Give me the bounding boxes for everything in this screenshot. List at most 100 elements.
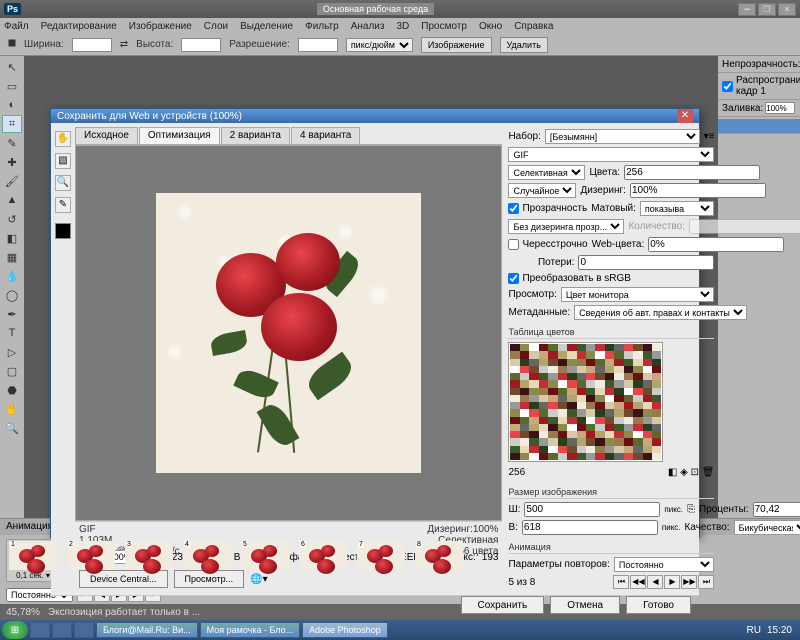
color-swatch-item[interactable] [643,409,652,416]
spread-checkbox[interactable] [722,81,733,92]
color-swatch-item[interactable] [539,417,548,424]
color-swatch-item[interactable] [643,359,652,366]
color-swatch-item[interactable] [643,446,652,453]
color-swatch-item[interactable] [510,388,519,395]
menu-select[interactable]: Выделение [240,21,293,32]
color-swatch-item[interactable] [529,395,538,402]
color-swatch-item[interactable] [633,438,642,445]
color-swatch-item[interactable] [633,402,642,409]
clock[interactable]: 15:20 [767,625,792,636]
color-swatch-item[interactable] [558,446,567,453]
color-swatch-item[interactable] [548,438,557,445]
close-button[interactable]: ✕ [778,3,796,16]
heal-tool[interactable]: ✚ [2,153,22,171]
color-swatch-item[interactable] [633,380,642,387]
menu-window[interactable]: Окно [479,21,502,32]
color-swatch-item[interactable] [548,446,557,453]
color-swatch-item[interactable] [529,359,538,366]
color-swatch-item[interactable] [567,366,576,373]
color-swatch-item[interactable] [586,453,595,460]
color-swatch-item[interactable] [567,453,576,460]
play-back-button[interactable]: ◀ [647,575,663,589]
color-swatch-item[interactable] [605,446,614,453]
color-swatch-item[interactable] [558,438,567,445]
color-swatch-item[interactable] [614,344,623,351]
color-swatch-item[interactable] [548,373,557,380]
color-swatch-item[interactable] [539,380,548,387]
color-swatch-item[interactable] [558,359,567,366]
color-swatch-item[interactable] [510,373,519,380]
color-swatch-item[interactable] [520,380,529,387]
color-swatch-item[interactable] [577,402,586,409]
color-swatch-item[interactable] [595,409,604,416]
transparency-checkbox[interactable] [508,203,519,214]
color-swatch-item[interactable] [586,402,595,409]
color-swatch-item[interactable] [577,431,586,438]
color-swatch-item[interactable] [529,438,538,445]
blur-tool[interactable]: 💧 [2,267,22,285]
play-button[interactable]: ▶ [664,575,680,589]
brush-tool[interactable]: 🖌 [2,172,22,190]
color-swatch-item[interactable] [595,380,604,387]
web-input[interactable] [648,237,784,252]
color-swatch-item[interactable] [539,395,548,402]
color-swatch-item[interactable] [548,366,557,373]
color-swatch-item[interactable] [558,388,567,395]
color-swatch-item[interactable] [510,366,519,373]
color-swatch-item[interactable] [520,402,529,409]
color-swatch-item[interactable] [595,351,604,358]
color-swatch-item[interactable] [558,373,567,380]
pinned-ie-icon[interactable] [30,622,50,638]
metadata-select[interactable]: Сведения об авт. правах и контакты [574,305,747,320]
color-swatch-item[interactable] [539,344,548,351]
color-swatch-item[interactable] [652,344,661,351]
color-swatch-item[interactable] [520,446,529,453]
color-swatch-item[interactable] [567,380,576,387]
menu-file[interactable]: Файл [4,21,29,32]
color-swatch-item[interactable] [633,373,642,380]
dialog-titlebar[interactable]: Сохранить для Web и устройств (100%) ✕ [51,109,699,123]
color-swatch-item[interactable] [558,351,567,358]
color-swatch-item[interactable] [614,366,623,373]
color-swatch-item[interactable] [510,351,519,358]
color-swatch-item[interactable] [548,344,557,351]
color-swatch-item[interactable] [633,446,642,453]
color-swatch-item[interactable] [577,351,586,358]
color-swatch-item[interactable] [520,395,529,402]
color-swatch-item[interactable] [595,438,604,445]
color-swatch-item[interactable] [539,388,548,395]
color-swatch-item[interactable] [652,351,661,358]
color-swatch-item[interactable] [605,359,614,366]
color-swatch-item[interactable] [614,351,623,358]
color-swatch-item[interactable] [539,424,548,431]
color-swatch-item[interactable] [567,351,576,358]
width-field[interactable] [524,502,660,517]
color-swatch-item[interactable] [643,366,652,373]
color-swatch-item[interactable] [605,417,614,424]
color-swatch-item[interactable] [624,438,633,445]
swap-icon[interactable]: ⇄ [120,39,128,50]
color-swatch-item[interactable] [539,402,548,409]
color-swatch-item[interactable] [520,344,529,351]
color-swatch-item[interactable] [633,431,642,438]
path-tool[interactable]: ▷ [2,343,22,361]
color-swatch-item[interactable] [520,438,529,445]
color-swatch-item[interactable] [595,431,604,438]
menu-filter[interactable]: Фильтр [305,21,339,32]
color-swatch-item[interactable] [586,438,595,445]
color-swatch-item[interactable] [652,417,661,424]
color-swatch-item[interactable] [633,453,642,460]
color-swatch-item[interactable] [595,446,604,453]
color-swatch-item[interactable] [633,351,642,358]
color-swatch-item[interactable] [510,344,519,351]
loss-input[interactable] [578,255,714,270]
color-swatch-item[interactable] [558,344,567,351]
width-input[interactable] [72,38,112,52]
color-swatch-item[interactable] [577,380,586,387]
color-swatch-item[interactable] [577,388,586,395]
color-swatch-item[interactable] [652,373,661,380]
color-swatch-item[interactable] [614,395,623,402]
color-swatch-item[interactable] [520,373,529,380]
color-swatch-item[interactable] [643,351,652,358]
color-swatch-item[interactable] [539,431,548,438]
